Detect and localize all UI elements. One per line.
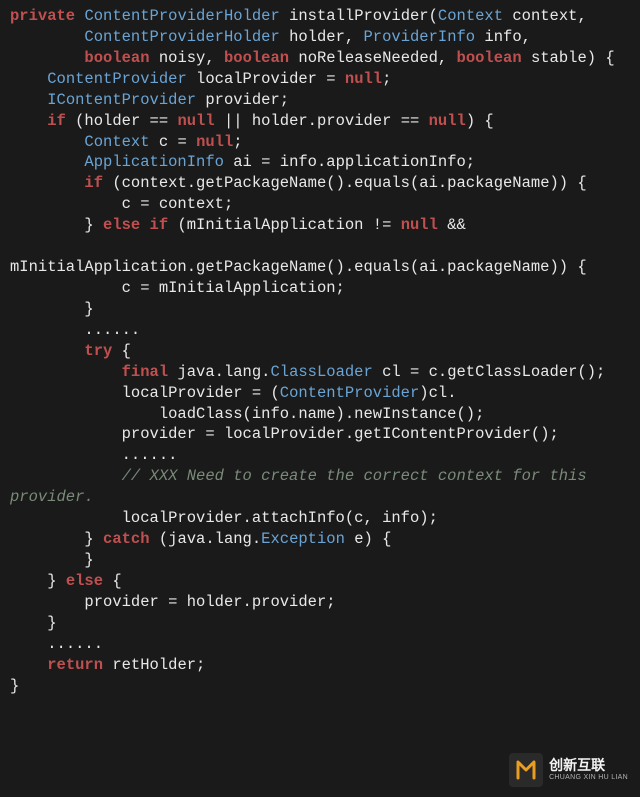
code-token — [10, 342, 84, 360]
code-token: retHolder; — [103, 656, 205, 674]
watermark-logo-icon — [509, 753, 543, 787]
code-token: } — [10, 551, 94, 569]
code-token: localProvider = ( — [10, 384, 280, 402]
code-token — [10, 467, 122, 485]
code-token: installProvider( — [280, 7, 438, 25]
code-token: c = mInitialApplication; — [10, 279, 345, 297]
code-token: ...... — [10, 321, 140, 339]
code-token — [10, 28, 84, 46]
code-token: ContentProvider — [47, 70, 187, 88]
code-token: null — [401, 216, 438, 234]
code-token: boolean — [224, 49, 289, 67]
code-token: ApplicationInfo — [84, 153, 224, 171]
code-token: boolean — [457, 49, 522, 67]
code-token: ) { — [466, 112, 494, 130]
code-token: ProviderInfo — [363, 28, 475, 46]
code-token: )cl. — [419, 384, 456, 402]
code-token — [10, 49, 84, 67]
code-token: loadClass(info.name).newInstance(); — [10, 405, 484, 423]
code-token: holder, — [280, 28, 364, 46]
code-token: (holder == — [66, 112, 178, 130]
code-token: && — [438, 216, 466, 234]
code-token: c = — [150, 133, 197, 151]
code-token — [10, 70, 47, 88]
code-token: boolean — [84, 49, 149, 67]
code-block: private ContentProviderHolder installPro… — [10, 6, 630, 696]
code-token: java.lang. — [168, 363, 270, 381]
code-token: || holder.provider == — [215, 112, 429, 130]
code-token: noReleaseNeeded, — [289, 49, 456, 67]
code-token — [10, 153, 84, 171]
code-token: IContentProvider — [47, 91, 196, 109]
code-token: ContentProviderHolder — [84, 28, 279, 46]
code-token: ai = info.applicationInfo; — [224, 153, 475, 171]
code-token — [10, 656, 47, 674]
code-token: ; — [382, 70, 391, 88]
code-token — [10, 91, 47, 109]
code-token: context, — [503, 7, 587, 25]
code-token: { — [103, 572, 122, 590]
code-token: } — [10, 614, 57, 632]
code-token: catch — [103, 530, 150, 548]
code-token: ContentProvider — [280, 384, 420, 402]
watermark: 创新互联 CHUANG XIN HU LIAN — [509, 753, 628, 787]
code-token: stable) { — [522, 49, 615, 67]
code-token: provider; — [196, 91, 289, 109]
code-token: e) { — [345, 530, 392, 548]
code-token: null — [177, 112, 214, 130]
code-token: (context.getPackageName().equals(ai.pack… — [103, 174, 587, 192]
code-token: provider = localProvider.getIContentProv… — [10, 425, 559, 443]
watermark-text-cn: 创新互联 — [549, 758, 628, 773]
code-token: (mInitialApplication != — [168, 216, 401, 234]
code-token: } — [10, 216, 103, 234]
code-token: else if — [103, 216, 168, 234]
code-token: c = context; — [10, 195, 233, 213]
code-token: provider = holder.provider; — [10, 593, 336, 611]
code-token: ClassLoader — [270, 363, 372, 381]
code-token: } — [10, 572, 66, 590]
code-token: try — [84, 342, 112, 360]
code-token: localProvider = — [187, 70, 345, 88]
code-token: localProvider.attachInfo(c, info); — [10, 509, 438, 527]
code-token: return — [47, 656, 103, 674]
code-token: cl = c.getClassLoader(); — [373, 363, 606, 381]
code-token: ; — [233, 133, 242, 151]
code-token: null — [196, 133, 233, 151]
code-token: (java.lang. — [150, 530, 262, 548]
watermark-text-py: CHUANG XIN HU LIAN — [549, 773, 628, 782]
code-token — [10, 133, 84, 151]
code-token: ...... — [10, 635, 103, 653]
code-token: Context — [84, 133, 149, 151]
code-token — [10, 112, 47, 130]
code-token: ...... — [10, 446, 177, 464]
code-token: if — [47, 112, 66, 130]
code-token: noisy, — [150, 49, 224, 67]
code-token: Context — [438, 7, 503, 25]
code-token: } — [10, 300, 94, 318]
code-token — [10, 174, 84, 192]
code-token — [10, 363, 122, 381]
code-token: final — [122, 363, 169, 381]
code-token: info, — [475, 28, 531, 46]
code-token: Exception — [261, 530, 345, 548]
code-token: } — [10, 530, 103, 548]
code-token: { — [112, 342, 131, 360]
code-token: null — [345, 70, 382, 88]
code-token: mInitialApplication.getPackageName().equ… — [10, 258, 587, 276]
code-token: ContentProviderHolder — [84, 7, 279, 25]
code-token: else — [66, 572, 103, 590]
code-token: if — [84, 174, 103, 192]
code-token: private — [10, 7, 75, 25]
code-token: } — [10, 677, 19, 695]
code-token: null — [429, 112, 466, 130]
